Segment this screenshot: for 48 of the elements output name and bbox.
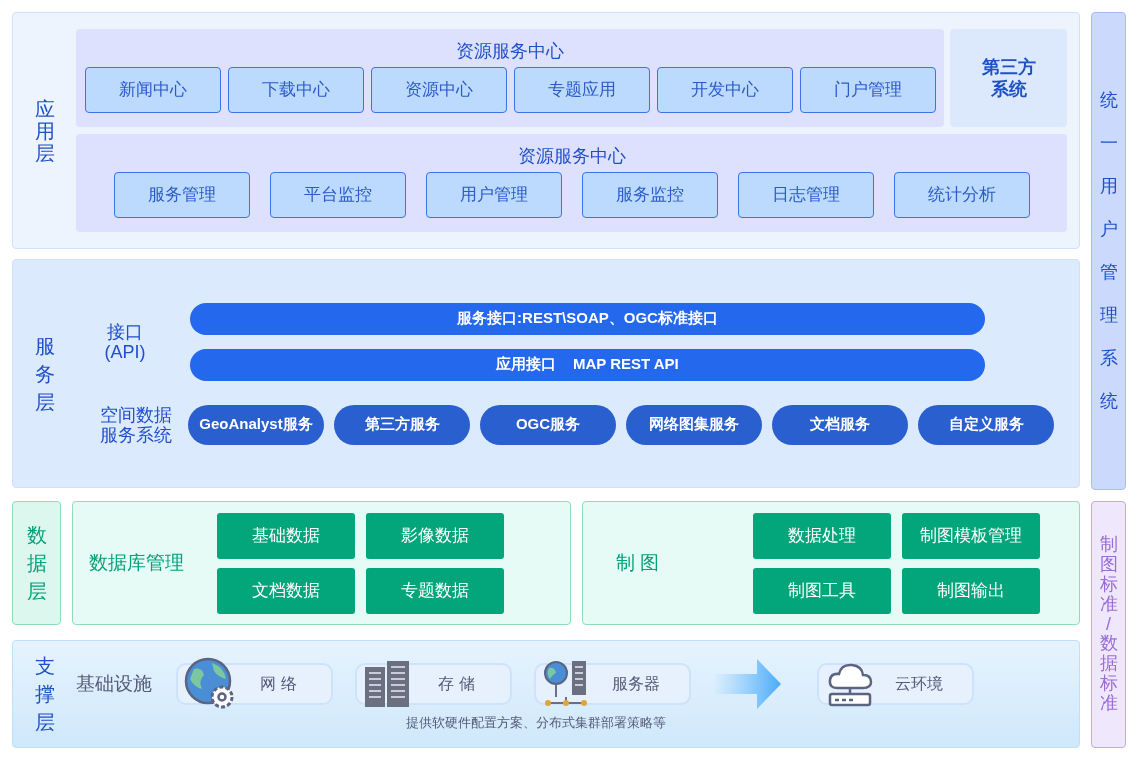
module-box: 专题应用 <box>513 67 650 113</box>
interface-bar: 服务接口:REST\SOAP、OGC标准接口 <box>190 302 985 335</box>
spatial-system-label: 空间数据服务系统 <box>100 404 173 445</box>
service-pill: 第三方服务 <box>334 404 470 445</box>
service-pill: GeoAnalyst服务 <box>188 404 324 445</box>
interface-bar: 应用接口 MAP REST API <box>190 348 985 381</box>
service-pill: OGC服务 <box>480 404 616 445</box>
data-box: 数据处理 <box>753 512 891 559</box>
module-box: 资源中心 <box>370 67 507 113</box>
module-box: 开发中心 <box>656 67 793 113</box>
module-box: 服务管理 <box>113 172 250 218</box>
panel-title: 资源服务中心 <box>517 145 626 168</box>
layer-label: 服务层 <box>34 333 55 415</box>
data-box: 影像数据 <box>366 512 504 559</box>
layer-label: 支撑层 <box>34 654 55 735</box>
item-label: 网 络 <box>259 674 298 695</box>
module-box: 平台监控 <box>269 172 406 218</box>
module-box: 下载中心 <box>227 67 364 113</box>
arrow-icon <box>713 659 781 710</box>
layer-label: 数据层 <box>26 523 47 604</box>
data-box: 制图输出 <box>902 567 1040 614</box>
infrastructure-note: 提供软硬件配置方案、分布式集群部署策略等 <box>406 714 666 733</box>
module-box: 新闻中心 <box>84 67 221 113</box>
section-title: 制 图 <box>615 550 661 575</box>
panel-title: 资源服务中心 <box>456 40 564 63</box>
service-pill: 网络图集服务 <box>626 404 762 445</box>
layer-label: 应用层 <box>34 97 55 164</box>
module-box: 服务监控 <box>581 172 718 218</box>
side-label: 制图标准/数据标准 <box>1099 535 1118 714</box>
section-title: 基础设施 <box>76 672 152 696</box>
data-box: 制图模板管理 <box>902 512 1040 559</box>
module-box: 门户管理 <box>799 67 936 113</box>
item-label: 云环境 <box>893 674 944 695</box>
section-title: 数据库管理 <box>88 550 185 575</box>
item-label: 存 储 <box>437 674 476 695</box>
side-label: 统一用户管理系统 <box>1099 89 1118 413</box>
module-box: 日志管理 <box>737 172 874 218</box>
third-party-label: 第三方系统 <box>980 56 1037 100</box>
service-pill: 文档服务 <box>772 404 908 445</box>
item-label: 服务器 <box>610 674 661 695</box>
data-box: 制图工具 <box>753 567 891 614</box>
data-box: 专题数据 <box>366 567 504 614</box>
data-box: 文档数据 <box>217 567 355 614</box>
service-pill: 自定义服务 <box>918 404 1054 445</box>
module-box: 统计分析 <box>893 172 1030 218</box>
module-box: 用户管理 <box>425 172 562 218</box>
data-box: 基础数据 <box>217 512 355 559</box>
interface-label: 接口 (API) <box>103 321 147 362</box>
